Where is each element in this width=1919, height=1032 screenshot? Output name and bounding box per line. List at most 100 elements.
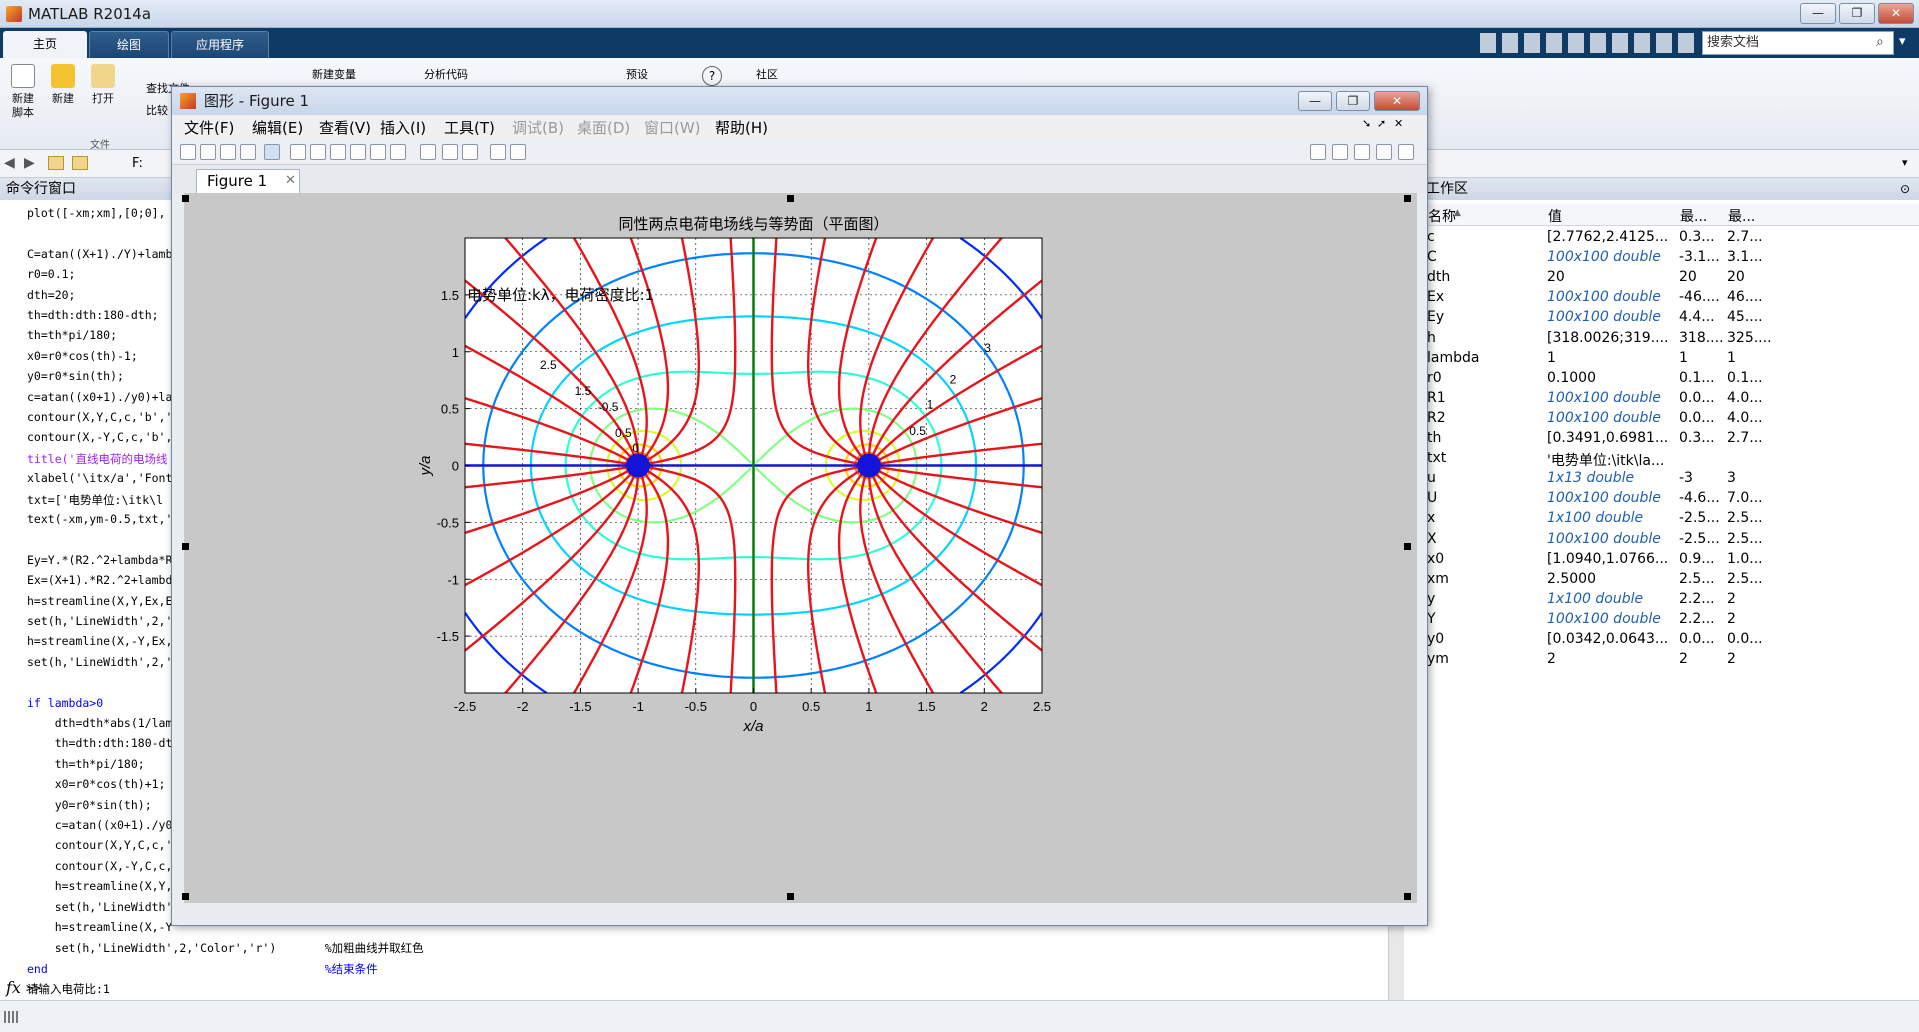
brush-icon[interactable]	[390, 144, 406, 160]
workspace-row[interactable]: y 1x100 double 2.2... 2	[1413, 590, 1919, 610]
forward-arrow-icon[interactable]: ▶	[24, 155, 35, 171]
undock-icon[interactable]: ➚	[1377, 117, 1386, 130]
workspace-row[interactable]: txt '电势单位:\itk\la...	[1413, 449, 1919, 469]
split-horizontal-icon[interactable]	[1354, 144, 1370, 160]
close-tab-icon[interactable]: ✕	[285, 170, 296, 192]
figure-menu-item[interactable]: 帮助(H)	[715, 117, 768, 138]
workspace-row[interactable]: xm 2.5000 2.5... 2.5...	[1413, 570, 1919, 590]
workspace-row[interactable]: X 100x100 double -2.5... 2.5...	[1413, 530, 1919, 550]
contour-plot[interactable]: 2.51.5-0.50.503210.5-2.5 -2 -1.5 -1 -0.5 0 0.5…	[184, 193, 1417, 903]
figure-maximize-button[interactable]: ❐	[1336, 91, 1370, 111]
tab-apps[interactable]: 应用程序	[171, 31, 269, 58]
analyze-code-label[interactable]: 分析代码	[424, 66, 468, 82]
show-tools-icon[interactable]	[510, 144, 526, 160]
filter-icon[interactable]: ▾	[1899, 34, 1906, 49]
hide-tools-icon[interactable]	[490, 144, 506, 160]
workspace-row[interactable]: c [2.7762,2.4125... 0.3... 2.7...	[1413, 228, 1919, 248]
print-icon[interactable]	[240, 144, 256, 160]
workspace-row[interactable]: th [0.3491,0.6981... 0.3... 2.7...	[1413, 429, 1919, 449]
maximize-button[interactable]: ❐	[1839, 3, 1875, 24]
close-button[interactable]: ✕	[1878, 3, 1914, 24]
workspace-row[interactable]: Ey 100x100 double 4.4... 45....	[1413, 308, 1919, 328]
figure-canvas[interactable]: 2.5 1.5 -0.5 0.5 0 3 2 1 0.5 -2.5 -2 -1.5 -1 -0.5 0 0.5…	[182, 193, 1417, 903]
data-cursor-icon[interactable]	[370, 144, 386, 160]
new-variable-label[interactable]: 新建变量	[312, 66, 356, 82]
fx-icon[interactable]: fx	[6, 978, 21, 997]
figure-menu-item[interactable]: 桌面(D)	[577, 117, 630, 138]
workspace-row[interactable]: lambda 1 1 1	[1413, 349, 1919, 369]
selection-handle[interactable]	[1404, 893, 1411, 900]
col-max[interactable]: 最...	[1728, 206, 1755, 226]
workspace-row[interactable]: U 100x100 double -4.6... 7.0...	[1413, 489, 1919, 509]
sort-asc-icon[interactable]: ▲	[1454, 208, 1461, 218]
workspace-row[interactable]: x0 [1.0940,1.0766... 0.9... 1.0...	[1413, 550, 1919, 570]
col-min[interactable]: 最...	[1680, 206, 1707, 226]
workspace-options-icon[interactable]: ⊙	[1900, 178, 1910, 200]
workspace-row[interactable]: y0 [0.0342,0.0643... 0.0... 0.0...	[1413, 630, 1919, 650]
command-scrollbar[interactable]	[1388, 925, 1404, 1000]
workspace-row[interactable]: u 1x13 double -3 3	[1413, 469, 1919, 489]
figure-menu-item[interactable]: 文件(F)	[184, 117, 234, 138]
dock-arrow-icon[interactable]: ➘	[1362, 117, 1371, 130]
folder-up-icon[interactable]	[48, 156, 64, 170]
workspace-row[interactable]: R1 100x100 double 0.0... 4.0...	[1413, 389, 1919, 409]
link-icon[interactable]	[420, 144, 436, 160]
maximize-layout-icon[interactable]	[1398, 144, 1414, 160]
zoom-out-icon[interactable]	[310, 144, 326, 160]
workspace-row[interactable]: Y 100x100 double 2.2... 2	[1413, 610, 1919, 630]
workspace-row[interactable]: x 1x100 double -2.5... 2.5...	[1413, 509, 1919, 529]
minimize-button[interactable]: —	[1800, 3, 1836, 24]
float-icon[interactable]	[1376, 144, 1392, 160]
zoom-in-icon[interactable]	[290, 144, 306, 160]
back-arrow-icon[interactable]: ◀	[4, 155, 15, 171]
command-prompt-bar[interactable]: fx >>	[0, 978, 1400, 1000]
workspace-row[interactable]: r0 0.1000 0.1... 0.1...	[1413, 369, 1919, 389]
selection-handle[interactable]	[787, 893, 794, 900]
tab-plots[interactable]: 绘图	[89, 31, 169, 58]
workspace-row[interactable]: ym 2 2 2	[1413, 650, 1919, 670]
figure-close-button[interactable]: ✕	[1374, 91, 1420, 111]
figure-tab[interactable]: Figure 1 ✕	[196, 169, 300, 193]
preferences-label[interactable]: 预设	[626, 66, 648, 82]
tab-home[interactable]: 主页	[3, 31, 87, 58]
address-dropdown-icon[interactable]: ▾	[1902, 156, 1908, 169]
save-icon[interactable]	[220, 144, 236, 160]
workspace-row[interactable]: dth 20 20 20	[1413, 268, 1919, 288]
figure-menu-item[interactable]: 工具(T)	[444, 117, 495, 138]
figure-menu-item[interactable]: 窗口(W)	[644, 117, 701, 138]
selection-handle[interactable]	[1404, 195, 1411, 202]
figure-menu-item[interactable]: 查看(V)	[319, 117, 371, 138]
selection-handle[interactable]	[787, 195, 794, 202]
search-docs-input[interactable]: 搜索文档	[1702, 31, 1894, 55]
workspace-row[interactable]: C 100x100 double -3.1... 3.1...	[1413, 248, 1919, 268]
selection-handle[interactable]	[1404, 543, 1411, 550]
open-file-icon[interactable]	[200, 144, 216, 160]
figure-minimize-button[interactable]: —	[1298, 91, 1332, 111]
workspace-row[interactable]: R2 100x100 double 0.0... 4.0...	[1413, 409, 1919, 429]
workspace-row[interactable]: Ex 100x100 double -46.... 46....	[1413, 288, 1919, 308]
figure-menu-item[interactable]: 编辑(E)	[252, 117, 303, 138]
pan-icon[interactable]	[330, 144, 346, 160]
path-drive[interactable]: F:	[132, 156, 143, 171]
selection-handle[interactable]	[182, 893, 189, 900]
workspace-row[interactable]: h [318.0026;319.... 318.... 325....	[1413, 329, 1919, 349]
new-figure-icon[interactable]	[180, 144, 196, 160]
search-icon[interactable]: ⌕	[1876, 34, 1884, 50]
community-label[interactable]: 社区	[756, 66, 778, 82]
legend-icon[interactable]	[462, 144, 478, 160]
new-button[interactable]: 新建	[46, 64, 80, 106]
col-name[interactable]: 名称	[1428, 206, 1456, 226]
split-vertical-icon[interactable]	[1332, 144, 1348, 160]
figure-menu-close-icon[interactable]: ✕	[1394, 117, 1403, 130]
compare-label[interactable]: 比较	[146, 102, 168, 118]
colorbar-icon[interactable]	[442, 144, 458, 160]
tile-layout-icon[interactable]	[1310, 144, 1326, 160]
figure-menu-item[interactable]: 调试(B)	[512, 117, 564, 138]
open-button[interactable]: 打开	[86, 64, 120, 106]
browse-folder-icon[interactable]	[72, 156, 88, 170]
pointer-icon[interactable]	[264, 144, 280, 160]
new-script-button[interactable]: 新建 脚本	[6, 64, 40, 120]
help-icon[interactable]: ?	[702, 66, 722, 86]
selection-handle[interactable]	[182, 543, 189, 550]
col-value[interactable]: 值	[1548, 206, 1562, 226]
